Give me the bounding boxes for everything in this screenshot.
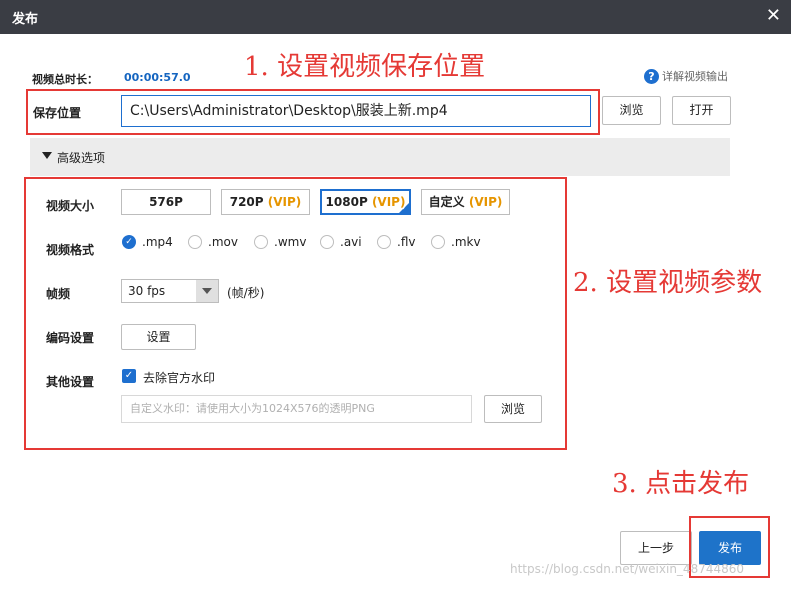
encoding-settings-button[interactable]: 设置: [121, 324, 196, 350]
annotation-step2: 2. 设置视频参数: [573, 268, 763, 298]
annotation-step3: 3. 点击发布: [612, 469, 750, 499]
format-label: .avi: [340, 235, 362, 249]
format-label: .mkv: [451, 235, 481, 249]
vip-badge: (VIP): [468, 195, 503, 209]
format-label: .mp4: [142, 235, 173, 249]
size-option-label: 576P: [149, 195, 183, 209]
watermark-browse-button[interactable]: 浏览: [484, 395, 542, 423]
checkmark-icon: ✓: [401, 203, 408, 212]
dropdown-button[interactable]: [196, 280, 218, 302]
format-radio-mp4[interactable]: ✓ .mp4: [122, 235, 173, 249]
title-bar: 发布 ✕: [0, 0, 791, 34]
remove-watermark-checkbox[interactable]: ✓: [122, 369, 136, 383]
save-browse-button[interactable]: 浏览: [602, 96, 661, 125]
previous-step-button[interactable]: 上一步: [620, 531, 692, 565]
publish-button[interactable]: 发布: [699, 531, 761, 565]
help-link-text: 详解视频输出: [662, 70, 728, 83]
size-option-576p[interactable]: 576P: [121, 189, 211, 215]
format-label: .wmv: [274, 235, 307, 249]
encoding-label: 编码设置: [46, 331, 95, 345]
custom-watermark-input[interactable]: 自定义水印：请使用大小为1024X576的透明PNG: [121, 395, 472, 423]
format-label: .mov: [208, 235, 238, 249]
radio-icon: [320, 235, 334, 249]
video-size-label: 视频大小: [46, 199, 95, 213]
size-option-720p[interactable]: 720P (VIP): [221, 189, 310, 215]
fps-value: 30 fps: [128, 284, 166, 298]
format-radio-mkv[interactable]: .mkv: [431, 235, 481, 249]
annotation-step1: 1. 设置视频保存位置: [244, 52, 486, 82]
vip-badge: (VIP): [267, 195, 302, 209]
window-title: 发布: [12, 12, 39, 27]
format-radio-flv[interactable]: .flv: [377, 235, 415, 249]
blog-watermark: https://blog.csdn.net/weixin_48744860: [510, 562, 745, 576]
help-link[interactable]: ? 详解视频输出: [644, 68, 728, 84]
duration-label: 视频总时长：: [32, 73, 98, 86]
fps-select[interactable]: 30 fps: [121, 279, 219, 303]
question-icon: ?: [644, 68, 659, 84]
fps-unit: (帧/秒): [227, 286, 265, 300]
duration-value: 00:00:57.0: [124, 71, 191, 84]
format-radio-mov[interactable]: .mov: [188, 235, 238, 249]
chevron-down-icon: [202, 288, 212, 294]
size-option-label: 自定义: [428, 195, 465, 209]
format-label: .flv: [397, 235, 416, 249]
radio-checked-icon: ✓: [122, 235, 136, 249]
advanced-options-toggle[interactable]: 高级选项: [30, 138, 730, 176]
video-format-label: 视频格式: [46, 243, 95, 257]
radio-icon: [377, 235, 391, 249]
radio-icon: [188, 235, 202, 249]
caret-down-icon: [42, 152, 52, 159]
other-settings-label: 其他设置: [46, 375, 95, 389]
radio-icon: [431, 235, 445, 249]
size-option-label: 720P: [229, 195, 264, 209]
save-location-label: 保存位置: [33, 106, 82, 120]
advanced-options-label: 高级选项: [57, 151, 106, 165]
size-option-label: 1080P: [325, 195, 368, 209]
close-icon[interactable]: ✕: [766, 5, 781, 27]
fps-label: 帧频: [46, 287, 71, 301]
open-button[interactable]: 打开: [672, 96, 731, 125]
size-option-custom[interactable]: 自定义 (VIP): [421, 189, 510, 215]
format-radio-wmv[interactable]: .wmv: [254, 235, 306, 249]
remove-watermark-label: 去除官方水印: [143, 371, 216, 385]
radio-icon: [254, 235, 268, 249]
size-option-1080p[interactable]: 1080P (VIP) ✓: [320, 189, 411, 215]
save-path-input[interactable]: C:\Users\Administrator\Desktop\服装上新.mp4: [121, 95, 591, 127]
format-radio-avi[interactable]: .avi: [320, 235, 362, 249]
